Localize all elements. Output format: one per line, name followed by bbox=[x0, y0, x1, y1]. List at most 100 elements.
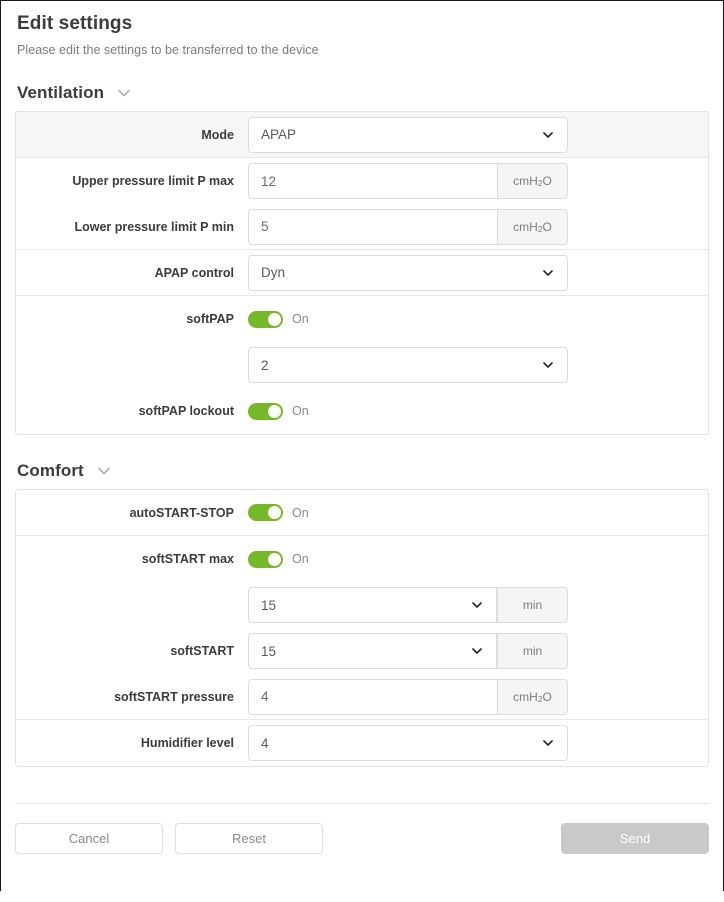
softpap-level-select-value: 2 bbox=[261, 357, 269, 373]
row-softstart-max-value: 15 min bbox=[16, 582, 708, 628]
section-header-comfort[interactable]: Comfort bbox=[17, 461, 709, 481]
row-lower-pressure-limit: Lower pressure limit P min 5 cmH 2 O bbox=[16, 204, 708, 250]
softstart-pressure-input[interactable]: 4 bbox=[248, 678, 497, 715]
autostart-stop-toggle-state: On bbox=[292, 505, 309, 520]
row-control-upper-pressure-limit: 12 cmH 2 O bbox=[248, 163, 708, 199]
cancel-button[interactable]: Cancel bbox=[15, 823, 163, 854]
unit-subscript: 2 bbox=[537, 693, 543, 704]
row-humidifier-level: Humidifier level 4 bbox=[16, 720, 708, 766]
softstart-pressure-unit: cmH 2 O bbox=[497, 678, 568, 715]
row-softstart-pressure: softSTART pressure 4 cmH 2 O bbox=[16, 674, 708, 720]
apap-control-select[interactable]: Dyn bbox=[248, 254, 568, 291]
unit-subscript: 2 bbox=[537, 178, 543, 188]
softpap-toggle-wrap[interactable]: On bbox=[248, 310, 309, 328]
unit-text: cmH bbox=[513, 174, 538, 188]
section-header-ventilation[interactable]: Ventilation bbox=[17, 83, 709, 103]
row-softstart-max: softSTART max On bbox=[16, 536, 708, 582]
autostart-stop-toggle[interactable] bbox=[248, 504, 283, 521]
page-title: Edit settings bbox=[17, 13, 133, 34]
row-label-softstart: softSTART bbox=[170, 644, 234, 658]
row-control-mode: APAP bbox=[248, 116, 708, 153]
row-softstart: softSTART 15 min bbox=[16, 628, 708, 674]
softstart-max-toggle-state: On bbox=[292, 552, 309, 566]
softpap-lockout-toggle-state: On bbox=[292, 404, 309, 418]
row-softpap-lockout: softPAP lockout On bbox=[16, 388, 708, 434]
softstart-max-toggle-wrap[interactable]: On bbox=[248, 550, 309, 568]
row-label-softpap-lockout: softPAP lockout bbox=[138, 404, 234, 418]
apap-control-select-value: Dyn bbox=[261, 265, 286, 280]
row-control-humidifier-level: 4 bbox=[248, 725, 708, 761]
chevron-down-icon bbox=[541, 736, 555, 750]
reset-button[interactable]: Reset bbox=[175, 823, 323, 854]
footer: Cancel Reset Send bbox=[15, 804, 709, 854]
row-label-humidifier-level: Humidifier level bbox=[140, 736, 234, 750]
row-control-apap-control: Dyn bbox=[248, 254, 708, 291]
softpap-lockout-toggle[interactable] bbox=[248, 402, 283, 420]
row-control-softpap-level: 2 bbox=[248, 347, 708, 383]
page-subtitle: Please edit the settings to be transferr… bbox=[17, 43, 319, 57]
chevron-down-icon bbox=[470, 644, 484, 658]
send-button[interactable]: Send bbox=[561, 823, 709, 854]
unit-text: cmH bbox=[513, 219, 538, 234]
chevron-down-icon[interactable] bbox=[115, 84, 133, 102]
unit-text: cmH bbox=[513, 689, 538, 704]
softstart-unit: min bbox=[497, 633, 568, 669]
row-mode: Mode APAP bbox=[16, 112, 708, 158]
row-apap-control: APAP control Dyn bbox=[16, 250, 708, 296]
row-control-softstart-max: On bbox=[248, 550, 708, 568]
lower-pressure-limit-unit: cmH 2 O bbox=[497, 208, 568, 245]
softpap-level-select[interactable]: 2 bbox=[248, 347, 568, 383]
unit-tail: O bbox=[542, 219, 552, 234]
lower-pressure-limit-input[interactable]: 5 bbox=[248, 208, 497, 245]
toggle-knob bbox=[268, 552, 281, 566]
ventilation-card: Mode APAP Upper pressure limit P max 12 … bbox=[15, 111, 709, 435]
row-upper-pressure-limit: Upper pressure limit P max 12 cmH 2 O bbox=[16, 158, 708, 204]
softstart-max-value-select[interactable]: 15 bbox=[248, 587, 497, 623]
toggle-knob bbox=[268, 404, 281, 418]
softstart-select[interactable]: 15 bbox=[248, 633, 497, 669]
softpap-toggle[interactable] bbox=[248, 310, 283, 328]
toggle-knob bbox=[268, 312, 281, 326]
softstart-max-value-unit: min bbox=[497, 587, 568, 623]
row-control-autostart-stop: On bbox=[248, 504, 708, 521]
edit-settings-page: Edit settings Please edit the settings t… bbox=[1, 13, 723, 902]
row-label-softstart-max: softSTART max bbox=[141, 552, 234, 566]
unit-subscript: 2 bbox=[537, 223, 543, 234]
row-control-softstart: 15 min bbox=[248, 633, 708, 669]
softstart-select-value: 15 bbox=[261, 643, 277, 659]
toggle-knob bbox=[268, 506, 281, 519]
softstart-max-value-select-value: 15 bbox=[261, 597, 277, 613]
row-label-softpap: softPAP bbox=[186, 312, 234, 326]
row-label-softstart-pressure: softSTART pressure bbox=[114, 689, 234, 704]
row-control-softpap-lockout: On bbox=[248, 402, 708, 420]
softpap-toggle-state: On bbox=[292, 312, 309, 326]
humidifier-level-select-value: 4 bbox=[261, 735, 269, 751]
mode-select[interactable]: APAP bbox=[248, 116, 568, 153]
unit-tail: O bbox=[542, 689, 552, 704]
softpap-lockout-toggle-wrap[interactable]: On bbox=[248, 402, 309, 420]
row-softpap-level: 2 bbox=[16, 342, 708, 388]
chevron-down-icon bbox=[541, 128, 555, 142]
row-control-lower-pressure-limit: 5 cmH 2 O bbox=[248, 208, 708, 245]
row-label-lower-pressure-limit: Lower pressure limit P min bbox=[74, 219, 234, 234]
section-title-comfort: Comfort bbox=[17, 461, 84, 480]
chevron-down-icon bbox=[470, 598, 484, 612]
chevron-down-icon[interactable] bbox=[95, 462, 113, 480]
row-control-softstart-max-value: 15 min bbox=[248, 587, 708, 623]
row-label-apap-control: APAP control bbox=[154, 265, 234, 280]
section-title-ventilation: Ventilation bbox=[17, 83, 105, 102]
row-label-autostart-stop: autoSTART-STOP bbox=[129, 505, 234, 520]
chevron-down-icon bbox=[541, 266, 555, 280]
row-label-mode: Mode bbox=[201, 127, 234, 142]
upper-pressure-limit-unit: cmH 2 O bbox=[497, 163, 568, 199]
row-label-upper-pressure-limit: Upper pressure limit P max bbox=[72, 174, 234, 188]
upper-pressure-limit-input[interactable]: 12 bbox=[248, 163, 497, 199]
softstart-max-toggle[interactable] bbox=[248, 550, 283, 568]
mode-select-value: APAP bbox=[261, 127, 297, 142]
chevron-down-icon bbox=[541, 358, 555, 372]
row-autostart-stop: autoSTART-STOP On bbox=[16, 490, 708, 536]
humidifier-level-select[interactable]: 4 bbox=[248, 725, 568, 761]
autostart-stop-toggle-wrap[interactable]: On bbox=[248, 504, 309, 521]
row-control-softstart-pressure: 4 cmH 2 O bbox=[248, 678, 708, 715]
unit-tail: O bbox=[542, 174, 552, 188]
